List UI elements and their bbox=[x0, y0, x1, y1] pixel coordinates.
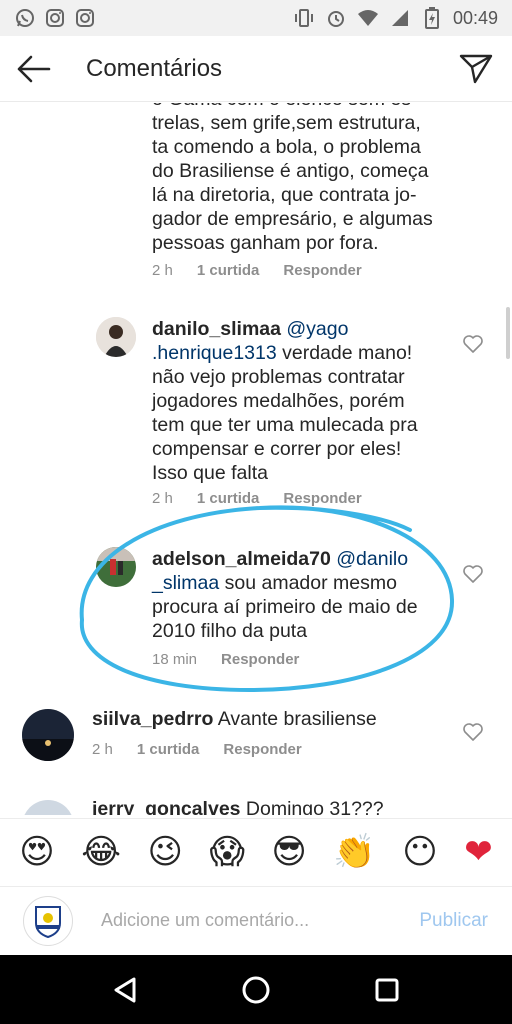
comment-composer: Publicar bbox=[0, 886, 512, 954]
scrollbar[interactable] bbox=[506, 307, 510, 359]
comments-feed[interactable]: o Gama com o elenco sem es trelas, sem g… bbox=[0, 103, 512, 815]
signal-icon bbox=[389, 7, 411, 29]
comment-text: o Gama com o elenco sem es trelas, sem g… bbox=[152, 103, 433, 254]
clock: 00:49 bbox=[452, 7, 498, 28]
heart-icon[interactable] bbox=[462, 333, 484, 355]
back-button[interactable] bbox=[0, 36, 66, 102]
likes-count[interactable]: 1 curtida bbox=[197, 262, 260, 279]
page-title: Comentários bbox=[86, 54, 223, 82]
comment-time: 2 h bbox=[152, 490, 173, 507]
comment-meta: 2 h 1 curtida Responder bbox=[152, 490, 362, 507]
comment-time: 18 min bbox=[152, 651, 198, 668]
emoji-wink-button[interactable]: 😉 bbox=[147, 835, 182, 869]
reply-button[interactable]: Responder bbox=[221, 651, 299, 668]
arrow-left-icon bbox=[17, 55, 51, 82]
comment-time: 2 h bbox=[152, 262, 173, 279]
comment-time: 2 h bbox=[92, 741, 113, 758]
avatar bbox=[23, 895, 73, 946]
heart-icon[interactable] bbox=[462, 563, 484, 585]
mention-link[interactable]: .henrique1313 bbox=[152, 342, 277, 364]
reply-button[interactable]: Responder bbox=[223, 741, 301, 758]
heart-icon[interactable] bbox=[462, 721, 484, 743]
emoji-sunglasses-button[interactable]: 😎 bbox=[271, 835, 306, 869]
comment-meta: 18 min Responder bbox=[152, 651, 299, 668]
avatar[interactable] bbox=[22, 709, 74, 761]
publish-button[interactable]: Publicar bbox=[419, 910, 488, 932]
emoji-heart-button[interactable]: ❤ bbox=[464, 835, 493, 869]
whatsapp-icon bbox=[14, 7, 36, 29]
vibrate-icon bbox=[293, 7, 315, 29]
alarm-icon bbox=[325, 7, 347, 29]
nav-home-button[interactable] bbox=[232, 966, 280, 1014]
comment-username[interactable]: siilva_pedrro bbox=[92, 708, 213, 730]
battery-icon bbox=[421, 7, 443, 29]
navigation-bar bbox=[0, 955, 512, 1024]
mention-link[interactable]: @danilo bbox=[336, 548, 408, 570]
mention-link[interactable]: _slimaa bbox=[152, 572, 219, 594]
paper-plane-icon bbox=[459, 54, 493, 83]
instagram-icon bbox=[74, 7, 96, 29]
status-bar: 00:49 bbox=[0, 0, 512, 36]
avatar[interactable] bbox=[22, 800, 74, 815]
comment-text: danilo_slimaa @yago .henrique1313 verdad… bbox=[152, 318, 418, 484]
emoji-heart-eyes-button[interactable]: 😍 bbox=[19, 835, 54, 869]
comment-meta: 2 h 1 curtida Responder bbox=[92, 741, 302, 758]
comment-text: siilva_pedrro Avante brasiliense bbox=[92, 708, 377, 730]
mention-link[interactable]: @yago bbox=[286, 318, 348, 340]
comment-input[interactable] bbox=[101, 910, 391, 931]
emoji-no-mouth-button[interactable]: 😶 bbox=[402, 835, 437, 869]
square-recents-icon bbox=[375, 978, 399, 1001]
likes-count[interactable]: 1 curtida bbox=[137, 741, 200, 758]
circle-home-icon bbox=[242, 976, 270, 1003]
avatar[interactable] bbox=[96, 547, 136, 587]
reply-button[interactable]: Responder bbox=[283, 490, 361, 507]
emoji-scream-button[interactable]: 😱 bbox=[209, 835, 244, 869]
emoji-bar: 😍 😂 😉 😱 😎 👏 😶 ❤ bbox=[0, 818, 512, 884]
share-button[interactable] bbox=[446, 39, 506, 99]
nav-recents-button[interactable] bbox=[363, 966, 411, 1014]
avatar[interactable] bbox=[96, 317, 136, 357]
comment-username[interactable]: adelson_almeida70 bbox=[152, 548, 331, 570]
wifi-icon bbox=[357, 7, 379, 29]
nav-back-button[interactable] bbox=[101, 966, 149, 1014]
likes-count[interactable]: 1 curtida bbox=[197, 490, 260, 507]
app-bar: Comentários bbox=[0, 36, 512, 102]
instagram-icon bbox=[44, 7, 66, 29]
comment-text: adelson_almeida70 @danilo _slimaa sou am… bbox=[152, 548, 418, 642]
emoji-joy-button[interactable]: 😂 bbox=[81, 835, 121, 869]
emoji-clap-button[interactable]: 👏 bbox=[333, 835, 375, 869]
comment-username[interactable]: jerry_goncalves bbox=[92, 798, 241, 815]
comment-username[interactable]: danilo_slimaa bbox=[152, 318, 281, 340]
comment-text: jerry_goncalves Domingo 31??? bbox=[92, 797, 452, 815]
comment-meta: 2 h 1 curtida Responder bbox=[152, 262, 362, 279]
reply-button[interactable]: Responder bbox=[283, 262, 361, 279]
triangle-back-icon bbox=[114, 977, 136, 1002]
